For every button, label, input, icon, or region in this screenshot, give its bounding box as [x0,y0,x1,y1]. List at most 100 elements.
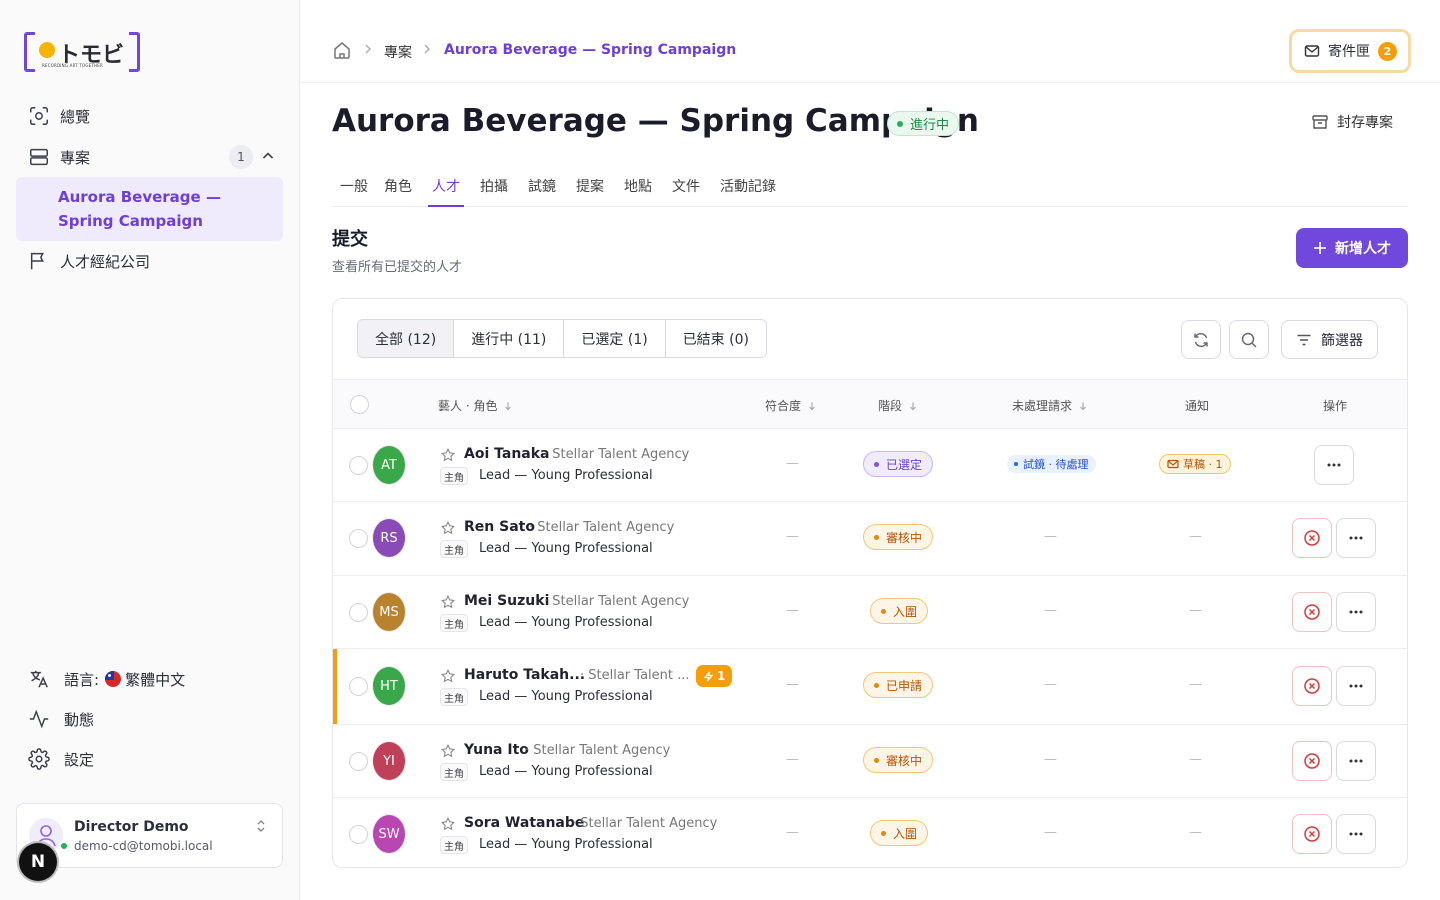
segment-in-progress[interactable]: 進行中 (11) [454,320,565,357]
select-all-checkbox[interactable] [350,395,369,414]
scan-icon [28,105,50,127]
star-icon[interactable] [441,669,455,683]
sidebar-item-activity[interactable]: 動態 [28,705,94,733]
match-value: — [786,825,799,840]
more-actions-button[interactable] [1336,814,1376,854]
translate-icon [28,668,50,690]
column-talent-role[interactable]: 藝人 · 角色 [438,397,513,414]
row-checkbox[interactable] [349,825,368,844]
sidebar-item-settings[interactable]: 設定 [28,745,94,773]
refresh-button[interactable] [1181,320,1221,359]
more-actions-button[interactable] [1336,592,1376,632]
agency-name: · Stellar Talent Agency [525,743,671,758]
stage-badge: 審核中 [863,524,934,550]
talent-name[interactable]: Sora Watanabe [464,815,584,831]
request-value: — [1044,752,1057,767]
archive-project-button[interactable]: 封存專案 [1311,112,1393,132]
urgent-alert-badge[interactable]: 1 [696,665,733,687]
sidebar-item-label: 人才經紀公司 [60,252,151,271]
mail-icon [1304,43,1320,59]
app-logo[interactable]: トモビ RECORDING ART TOGETHER [24,32,140,72]
segment-all[interactable]: 全部 (12) [358,320,455,357]
reject-button[interactable] [1292,592,1332,632]
tab-documents[interactable]: 文件 [668,176,704,207]
notification-label: 草稿 · 1 [1183,458,1223,471]
talent-name[interactable]: Mei Suzuki [464,593,549,609]
more-actions-button[interactable] [1336,666,1376,706]
x-circle-icon [1303,677,1321,695]
star-icon[interactable] [441,595,455,609]
stage-dot [874,534,879,540]
role-name: Lead — Young Professional [479,689,653,704]
more-actions-button[interactable] [1336,518,1376,558]
sidebar-item-projects[interactable]: 專案 1 [16,139,283,175]
role-tag: 主角 [440,614,468,632]
row-checkbox[interactable] [349,752,368,771]
tab-general[interactable]: 一般 [336,176,372,207]
column-match[interactable]: 符合度 [765,397,817,414]
reject-button[interactable] [1292,741,1332,781]
chevron-up-icon[interactable] [260,148,276,164]
talent-name[interactable]: Aoi Tanaka [464,446,550,462]
column-pending-requests[interactable]: 未處理請求 [1012,397,1088,414]
column-stage[interactable]: 階段 [878,397,918,414]
filter-button[interactable]: 篩選器 [1281,320,1378,359]
breadcrumb-projects[interactable]: 專案 [384,42,412,62]
notification-badge[interactable]: 草稿 · 1 [1159,454,1231,474]
star-icon[interactable] [441,744,455,758]
filter-label: 篩選器 [1321,332,1363,349]
table-row[interactable]: SW Sora Watanabe · Stellar Talent Agency… [333,798,1407,867]
table-row[interactable]: MS Mei Suzuki · Stellar Talent Agency 主角… [333,576,1407,649]
segment-selected[interactable]: 已選定 (1) [564,320,666,357]
row-checkbox[interactable] [349,677,368,696]
more-actions-button[interactable] [1314,445,1354,485]
reject-button[interactable] [1292,814,1332,854]
more-actions-button[interactable] [1336,741,1376,781]
segment-closed[interactable]: 已結束 (0) [665,320,766,357]
tab-roles[interactable]: 角色 [380,176,416,207]
sidebar-item-active-project[interactable]: Aurora Beverage — Spring Campaign [16,177,283,241]
row-checkbox[interactable] [349,603,368,622]
table-row[interactable]: YI Yuna Ito · Stellar Talent Agency 主角 L… [333,725,1407,798]
avatar: MS [373,593,405,631]
home-icon[interactable] [332,40,352,60]
tab-activity-log[interactable]: 活動記錄 [716,176,780,207]
tab-talent[interactable]: 人才 [428,176,464,207]
star-icon[interactable] [441,817,455,831]
more-horizontal-icon [1347,677,1365,695]
section-title: 提交 [332,229,368,250]
talent-name[interactable]: Ren Sato [464,519,535,535]
dev-tools-badge[interactable]: N [19,843,57,881]
star-icon[interactable] [441,521,455,535]
table-row[interactable]: HT Haruto Takah... · Stellar Talent ... … [333,649,1407,725]
tab-auditions[interactable]: 試鏡 [524,176,560,207]
row-checkbox[interactable] [349,529,368,548]
taiwan-flag-icon [105,671,122,687]
avatar: RS [373,519,405,557]
row-checkbox[interactable] [349,456,368,475]
tab-proposals[interactable]: 提案 [572,176,608,207]
activity-label: 動態 [64,710,95,729]
zap-icon [703,671,717,682]
tab-shoots[interactable]: 拍攝 [476,176,512,207]
avatar: AT [373,446,405,484]
table-row[interactable]: AT Aoi Tanaka · Stellar Talent Agency 主角… [333,429,1407,502]
reject-button[interactable] [1292,666,1332,706]
search-button[interactable] [1229,320,1269,359]
notification-value: — [1189,603,1202,618]
star-icon[interactable] [441,448,455,462]
sidebar-item-overview[interactable]: 總覽 [16,98,283,134]
add-talent-button[interactable]: 新增人才 [1296,228,1408,268]
talent-name[interactable]: Yuna Ito [464,742,529,758]
request-badge[interactable]: 試鏡 · 待處理 [1007,455,1096,473]
inbox-label: 寄件匣 [1328,44,1370,60]
talent-name[interactable]: Haruto Takah... [464,667,585,683]
tab-locations[interactable]: 地點 [620,176,656,207]
language-value: 繁體中文 [125,670,186,689]
language-selector[interactable]: 語言: 繁體中文 [28,665,185,693]
inbox-button[interactable]: 寄件匣 2 [1289,29,1411,73]
table-row[interactable]: RS Ren Sato · Stellar Talent Agency 主角 L… [333,502,1407,576]
sidebar-item-agencies[interactable]: 人才經紀公司 [16,243,283,279]
reject-button[interactable] [1292,518,1332,558]
project-tabs: 一般 角色 人才 拍攝 試鏡 提案 地點 文件 活動記錄 [332,170,1408,207]
